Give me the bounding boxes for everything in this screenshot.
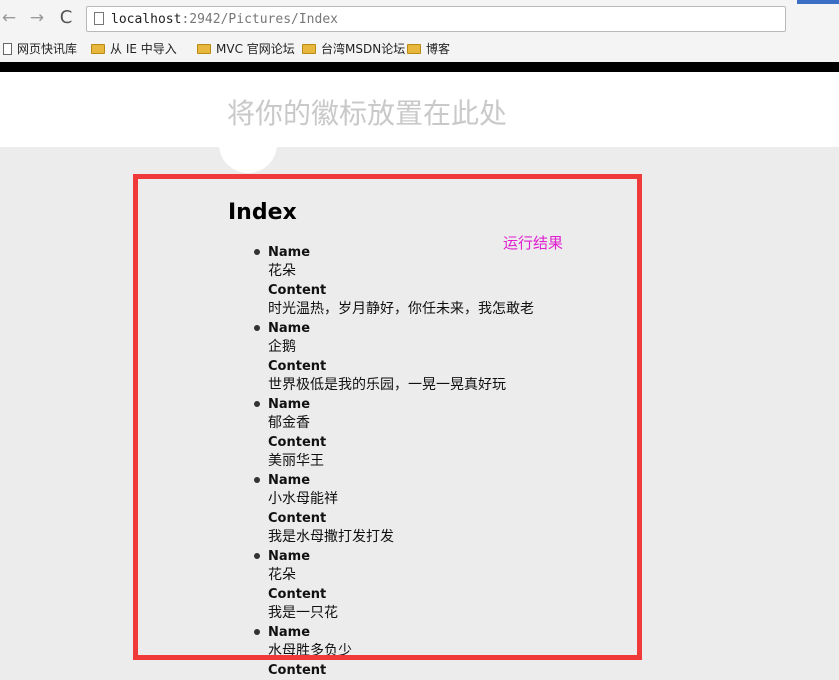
- bookmark-bar: 网页快讯库 从 IE 中导入 MVC 官网论坛 台湾MSDN论坛 博客: [0, 36, 839, 62]
- forward-arrow-icon[interactable]: →: [28, 9, 46, 27]
- bookmark-label: 台湾MSDN论坛: [321, 42, 406, 56]
- url-path: :2942/Pictures/Index: [181, 12, 338, 27]
- address-bar[interactable]: localhost:2942/Pictures/Index: [86, 6, 786, 32]
- page-icon: [94, 12, 104, 25]
- bookmark-label: 网页快讯库: [17, 42, 78, 56]
- folder-icon: [197, 44, 211, 54]
- bookmark-item[interactable]: MVC 官网论坛: [197, 40, 295, 58]
- folder-icon: [407, 44, 421, 54]
- folder-icon: [302, 44, 316, 54]
- bookmark-item[interactable]: 从 IE 中导入: [91, 40, 177, 58]
- reload-icon[interactable]: C: [57, 9, 75, 27]
- bookmark-item[interactable]: 网页快讯库: [3, 40, 77, 58]
- url-text[interactable]: localhost:2942/Pictures/Index: [111, 12, 338, 27]
- bookmark-label: MVC 官网论坛: [216, 42, 295, 56]
- bookmark-item[interactable]: 台湾MSDN论坛: [302, 40, 405, 58]
- bookmark-label: 博客: [426, 42, 451, 56]
- browser-toolbar: ← → C localhost:2942/Pictures/Index: [0, 0, 839, 37]
- highlight-box: [133, 174, 642, 660]
- back-arrow-icon[interactable]: ←: [0, 9, 18, 27]
- folder-icon: [91, 44, 105, 54]
- top-strip: [0, 62, 839, 72]
- logo-placeholder[interactable]: 将你的徽标放置在此处: [227, 92, 507, 132]
- url-host: localhost: [111, 12, 182, 27]
- content-label: Content: [268, 663, 327, 678]
- window-corner: [797, 0, 839, 4]
- bookmark-item[interactable]: 博客: [407, 40, 450, 58]
- file-icon: [3, 43, 12, 55]
- bookmark-label: 从 IE 中导入: [110, 42, 177, 56]
